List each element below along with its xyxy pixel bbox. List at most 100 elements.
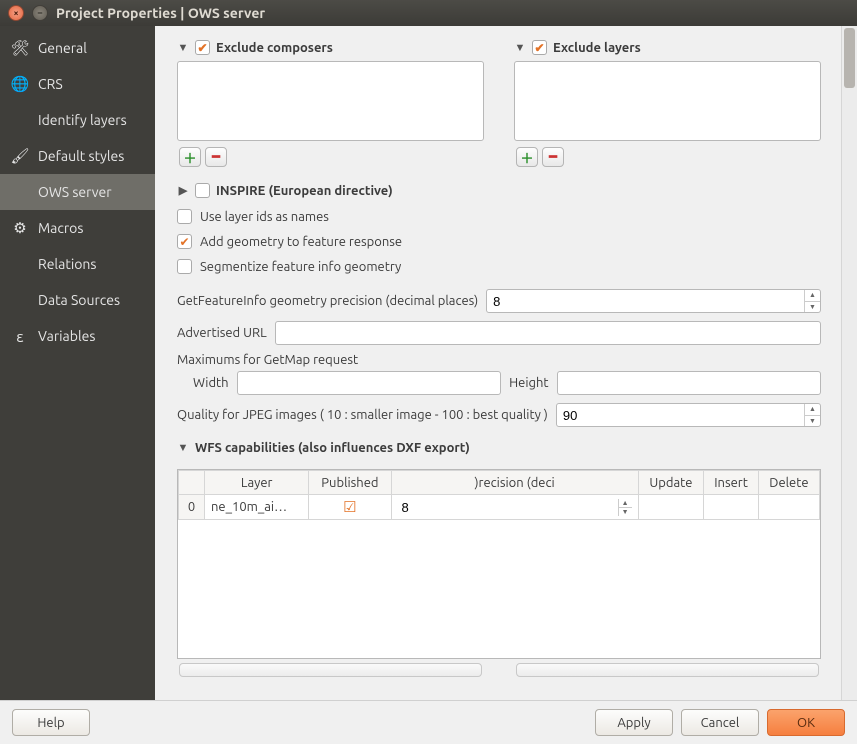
globe-icon: 🌐 [10,74,30,94]
sidebar-item-label: Data Sources [38,292,120,308]
jpeg-quality-label: Quality for JPEG images ( 10 : smaller i… [177,408,548,422]
maximums-label: Maximums for GetMap request [177,353,358,367]
brush-icon: 🖌 [10,146,30,166]
cell-published[interactable]: ☑ [309,495,391,520]
table-header-delete[interactable]: Delete [758,471,819,495]
chevron-right-icon: ▶ [177,184,189,197]
section-exclude-layers[interactable]: ▼ ✔ Exclude layers [514,40,821,61]
sidebar-item-relations[interactable]: Relations [0,246,155,282]
identify-icon [10,110,30,130]
section-exclude-composers[interactable]: ▼ ✔ Exclude composers [177,40,484,61]
sidebar-item-variables[interactable]: ε Variables [0,318,155,354]
sidebar-item-crs[interactable]: 🌐 CRS [0,66,155,102]
sidebar-item-label: Variables [38,328,95,344]
sidebar: 🛠 General 🌐 CRS Identify layers 🖌 Defaul… [0,26,155,700]
table-header-index[interactable] [179,471,205,495]
cell-delete[interactable] [758,495,819,520]
width-input[interactable] [237,371,502,395]
remove-layer-button[interactable]: ━ [542,147,564,167]
checkbox-inspire[interactable]: ✔ [195,183,210,198]
remove-composer-button[interactable]: ━ [205,147,227,167]
table-header-published[interactable]: Published [309,471,391,495]
sidebar-item-default-styles[interactable]: 🖌 Default styles [0,138,155,174]
checkbox-exclude-composers[interactable]: ✔ [195,40,210,55]
ows-icon [10,182,30,202]
checkbox-add-geometry[interactable]: ✔ [177,234,192,249]
section-inspire[interactable]: ▶ ✔ INSPIRE (European directive) [177,183,821,204]
window-title: Project Properties | OWS server [56,5,265,21]
sidebar-item-label: Default styles [38,148,124,164]
table-header-insert[interactable]: Insert [704,471,759,495]
advertised-url-label: Advertised URL [177,326,267,340]
cell-precision-input[interactable] [398,500,618,515]
sidebar-item-label: Macros [38,220,83,236]
section-label: WFS capabilities (also influences DXF ex… [195,441,470,455]
datasources-icon [10,290,30,310]
chevron-down-icon: ▼ [514,42,526,54]
checkbox-use-layer-ids[interactable]: ✔ [177,209,192,224]
table-row[interactable]: 0 ne_10m_ai… ☑ ▲▼ [179,495,820,520]
jpeg-quality-input[interactable] [556,403,821,427]
spin-buttons[interactable]: ▲▼ [618,499,632,516]
row-index: 0 [179,495,205,520]
help-button[interactable]: Help [12,709,90,736]
height-input[interactable] [557,371,822,395]
width-label: Width [193,376,229,390]
wrench-icon: 🛠 [10,38,30,58]
checkbox-exclude-layers[interactable]: ✔ [532,40,547,55]
cell-layer[interactable]: ne_10m_ai… [205,495,309,520]
table-header-update[interactable]: Update [638,471,704,495]
sidebar-item-label: General [38,40,87,56]
check-icon: ☑ [343,498,356,515]
minimize-icon[interactable]: – [32,5,48,21]
cell-precision[interactable]: ▲▼ [391,495,638,520]
section-label: Exclude layers [553,41,641,55]
getfeatureinfo-precision-label: GetFeatureInfo geometry precision (decim… [177,294,478,308]
ows-panel: ▼ ✔ Exclude composers ＋ ━ ▼ ✔ Excl [155,26,841,700]
ok-button[interactable]: OK [767,709,845,736]
section-label: Exclude composers [216,41,333,55]
checkbox-label: Add geometry to feature response [200,235,402,249]
spin-buttons[interactable]: ▲▼ [804,404,820,426]
scroll-thumb[interactable] [844,28,855,88]
checkbox-label: Use layer ids as names [200,210,329,224]
checkbox-segmentize[interactable]: ✔ [177,259,192,274]
advertised-url-input[interactable] [275,321,821,345]
table-header-layer[interactable]: Layer [205,471,309,495]
scrollbar[interactable] [841,26,857,700]
apply-button[interactable]: Apply [595,709,673,736]
sidebar-item-ows-server[interactable]: OWS server [0,174,155,210]
sidebar-item-label: OWS server [38,184,112,200]
select-all-button-stub[interactable] [179,663,482,677]
chevron-down-icon: ▼ [177,442,189,454]
wfs-table[interactable]: Layer Published )recision (deci Update I… [177,469,821,659]
section-label: INSPIRE (European directive) [216,184,393,198]
deselect-all-button-stub[interactable] [516,663,819,677]
titlebar: × – Project Properties | OWS server [0,0,857,26]
sidebar-item-macros[interactable]: ⚙ Macros [0,210,155,246]
exclude-layers-list[interactable] [514,61,821,141]
relations-icon [10,254,30,274]
add-composer-button[interactable]: ＋ [179,147,201,167]
gear-icon: ⚙ [10,218,30,238]
cell-update[interactable] [638,495,704,520]
spin-buttons[interactable]: ▲▼ [804,290,820,312]
exclude-composers-list[interactable] [177,61,484,141]
section-wfs-capabilities[interactable]: ▼ WFS capabilities (also influences DXF … [177,441,821,461]
getfeatureinfo-precision-input[interactable] [486,289,821,313]
table-header-precision[interactable]: )recision (deci [391,471,638,495]
sidebar-item-label: Identify layers [38,112,127,128]
cell-insert[interactable] [704,495,759,520]
epsilon-icon: ε [10,326,30,346]
cancel-button[interactable]: Cancel [681,709,759,736]
sidebar-item-label: CRS [38,76,63,92]
add-layer-button[interactable]: ＋ [516,147,538,167]
chevron-down-icon: ▼ [177,42,189,54]
checkbox-label: Segmentize feature info geometry [200,260,401,274]
sidebar-item-label: Relations [38,256,96,272]
dialog-footer: Help Apply Cancel OK [0,700,857,744]
close-icon[interactable]: × [8,5,24,21]
sidebar-item-data-sources[interactable]: Data Sources [0,282,155,318]
sidebar-item-identify-layers[interactable]: Identify layers [0,102,155,138]
sidebar-item-general[interactable]: 🛠 General [0,30,155,66]
